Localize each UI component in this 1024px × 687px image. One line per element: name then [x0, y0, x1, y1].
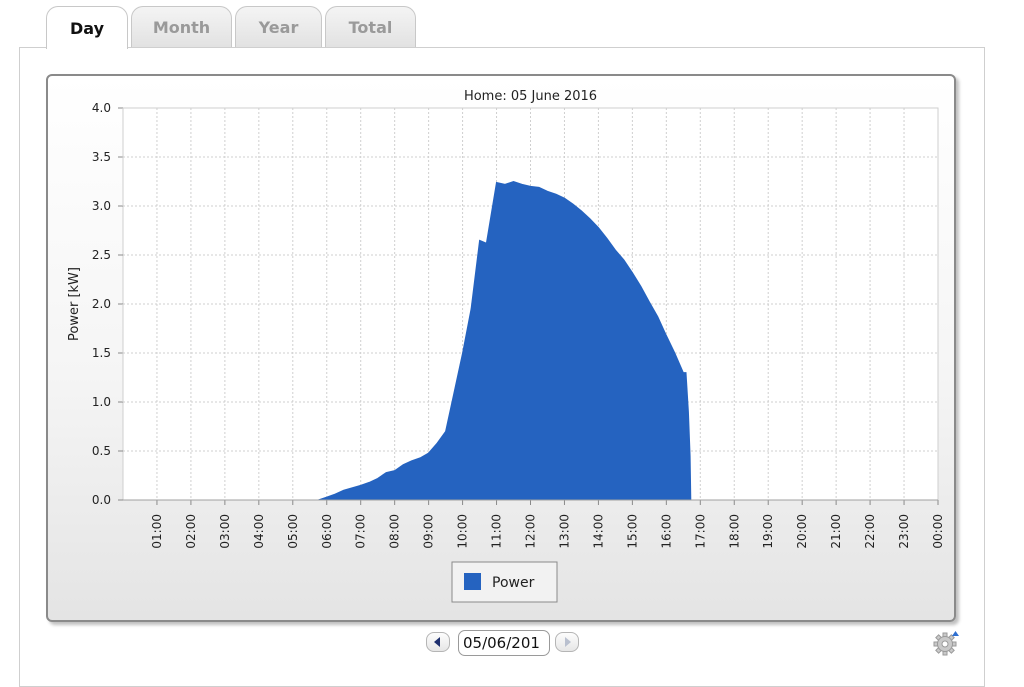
x-tick-label: 19:00 — [761, 514, 775, 549]
x-tick-label: 16:00 — [659, 514, 673, 549]
x-tick-label: 05:00 — [286, 514, 300, 549]
x-tick-label: 07:00 — [354, 514, 368, 549]
x-tick-label: 06:00 — [320, 514, 334, 549]
arrow-right-icon — [565, 637, 571, 647]
x-tick-label: 21:00 — [829, 514, 843, 549]
chart-title: Home: 05 June 2016 — [464, 89, 597, 104]
y-axis-label: Power [kW] — [67, 267, 82, 341]
next-day-button[interactable] — [555, 632, 579, 652]
y-tick-label: 0.5 — [92, 444, 111, 458]
x-tick-label: 17:00 — [693, 514, 707, 549]
x-tick-label: 15:00 — [625, 514, 639, 549]
y-tick-label: 1.5 — [92, 346, 111, 360]
y-tick-label: 4.0 — [92, 101, 111, 115]
x-tick-label: 11:00 — [490, 514, 504, 549]
x-tick-label: 20:00 — [795, 514, 809, 549]
x-tick-label: 14:00 — [591, 514, 605, 549]
x-tick-label: 04:00 — [252, 514, 266, 549]
x-tick-label: 18:00 — [727, 514, 741, 549]
tab-day[interactable]: Day — [46, 6, 128, 49]
tab-month[interactable]: Month — [131, 6, 232, 47]
settings-gear-icon[interactable] — [932, 629, 960, 657]
tab-total[interactable]: Total — [325, 6, 416, 47]
y-tick-label: 1.0 — [92, 395, 111, 409]
y-tick-label: 3.5 — [92, 150, 111, 164]
x-tick-label: 09:00 — [422, 514, 436, 549]
y-tick-label: 0.0 — [92, 493, 111, 507]
chart-frame: 0.0 0.5 1.0 1.5 2.0 2.5 3.0 3.5 4.0 01:00 02:00 03:… — [46, 74, 956, 622]
power-chart: 0.0 0.5 1.0 1.5 2.0 2.5 3.0 3.5 4.0 01:00 02:00 03:… — [67, 89, 945, 603]
x-tick-label: 02:00 — [184, 514, 198, 549]
x-tick-label: 12:00 — [524, 514, 538, 549]
x-tick-label: 08:00 — [388, 514, 402, 549]
tab-year[interactable]: Year — [235, 6, 322, 47]
x-tick-label: 13:00 — [557, 514, 571, 549]
date-input[interactable] — [458, 630, 550, 656]
previous-day-button[interactable] — [426, 632, 450, 652]
legend-label-power: Power — [492, 575, 535, 591]
x-tick-label: 01:00 — [150, 514, 164, 549]
x-tick-label: 10:00 — [456, 514, 470, 549]
legend-swatch-power — [464, 573, 481, 590]
y-tick-label: 2.0 — [92, 297, 111, 311]
y-tick-label: 2.5 — [92, 248, 111, 262]
y-tick-label: 3.0 — [92, 199, 111, 213]
x-tick-label: 23:00 — [897, 514, 911, 549]
arrow-left-icon — [434, 637, 440, 647]
x-tick-label: 03:00 — [218, 514, 232, 549]
x-tick-label: 22:00 — [863, 514, 877, 549]
x-tick-label: 00:00 — [931, 514, 945, 549]
